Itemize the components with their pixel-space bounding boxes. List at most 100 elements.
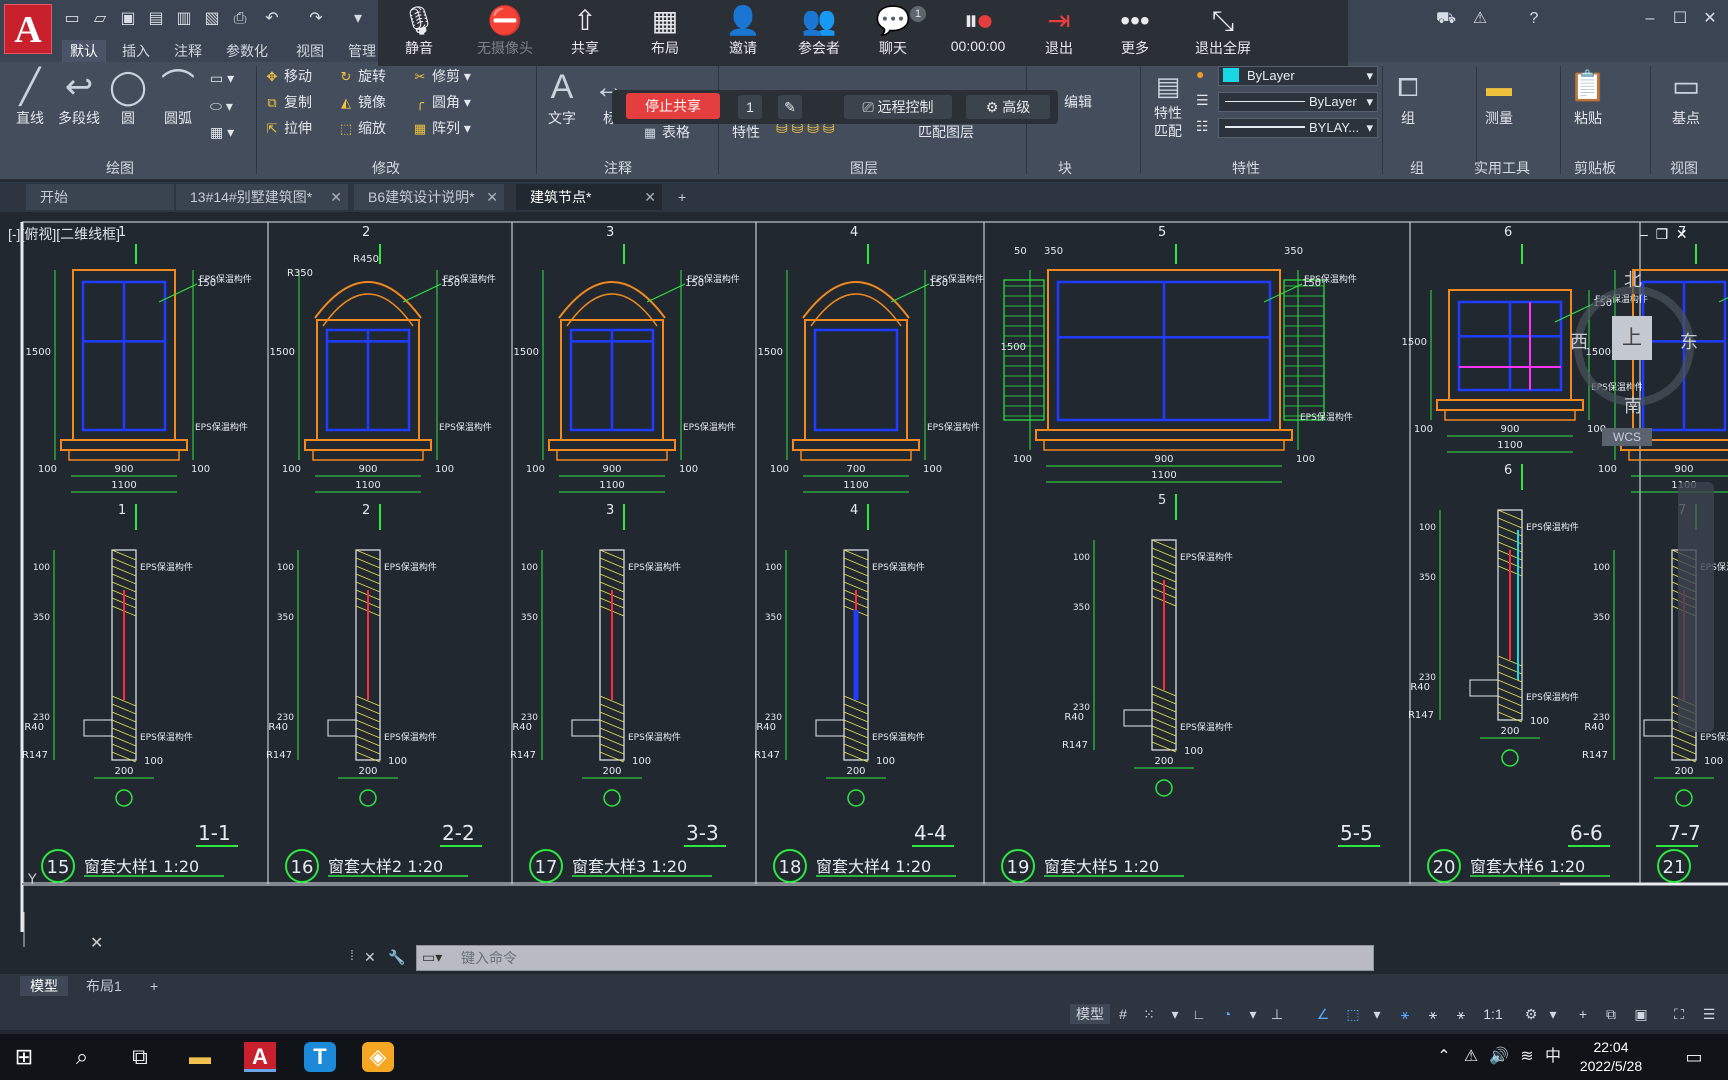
ellipse-icon[interactable]: ⬭ ▾ bbox=[210, 98, 233, 115]
tab-annotate[interactable]: 注释 bbox=[166, 40, 210, 62]
open-icon[interactable]: ▱ bbox=[90, 9, 110, 29]
trim-button[interactable]: ✂ 修剪 ▾ bbox=[412, 66, 471, 86]
tab-villa-drawing[interactable]: 13#14#别墅建筑图* ✕ bbox=[176, 184, 348, 210]
match-properties-tool[interactable]: ▤ 特性匹配 bbox=[1146, 68, 1190, 140]
scale-button[interactable]: 1:1 bbox=[1478, 1004, 1508, 1024]
clipboard-panel-title[interactable]: 剪贴板 bbox=[1574, 158, 1616, 178]
close-icon[interactable]: ✕ bbox=[364, 949, 376, 966]
volume-icon[interactable]: 🔊 bbox=[1488, 1042, 1510, 1072]
file-explorer-icon[interactable]: ▬ bbox=[184, 1042, 216, 1072]
tab-insert[interactable]: 插入 bbox=[114, 40, 158, 62]
annotation-panel-title[interactable]: 注释 bbox=[604, 158, 632, 178]
redo-icon[interactable]: ↷ bbox=[306, 9, 326, 29]
publish-icon[interactable]: ▧ bbox=[202, 9, 222, 29]
app-logo[interactable]: A bbox=[4, 4, 52, 54]
model-space-button[interactable]: 模型 bbox=[1070, 1004, 1110, 1024]
drawing-canvas[interactable]: [-][俯视][二维线框] – ❐ ✕ 1 900 1100 100 100 1500 15… bbox=[0, 212, 1728, 947]
wrench-icon[interactable]: 🔧 bbox=[388, 949, 405, 966]
hatch-icon[interactable]: ▦ ▾ bbox=[210, 124, 234, 141]
rectangle-icon[interactable]: ▭ ▾ bbox=[210, 70, 234, 87]
close-icon[interactable]: ✕ bbox=[1700, 9, 1720, 29]
utilities-panel-title[interactable]: 实用工具 bbox=[1474, 158, 1530, 178]
autocad-taskbar-icon[interactable]: A bbox=[244, 1042, 276, 1072]
clock[interactable]: 22:04 2022/5/28 bbox=[1572, 1038, 1650, 1076]
circle-tool[interactable]: ◯ 圆 bbox=[108, 66, 148, 128]
west-label[interactable]: 西 bbox=[1570, 328, 1588, 354]
grip-icon[interactable]: ⁞ bbox=[350, 947, 354, 963]
app-cube-icon[interactable]: ◈ bbox=[362, 1042, 394, 1072]
polyline-tool[interactable]: ↩ 多段线 bbox=[54, 66, 104, 128]
object-snap-tracking-icon[interactable]: ∠ bbox=[1312, 1004, 1334, 1024]
task-view-icon[interactable]: ⧉ bbox=[124, 1042, 156, 1072]
maximize-icon[interactable]: ☐ bbox=[1670, 9, 1690, 29]
tray-expand-icon[interactable]: ⌃ bbox=[1434, 1042, 1454, 1072]
table-button[interactable]: ▦ 表格 bbox=[642, 122, 690, 142]
top-face[interactable]: 上 bbox=[1612, 316, 1652, 360]
view-panel-title[interactable]: 视图 bbox=[1670, 158, 1698, 178]
polar-icon[interactable]: ◔ bbox=[1216, 1004, 1238, 1024]
leave-button[interactable]: ⇥ 退出 bbox=[1024, 4, 1094, 58]
ortho-icon[interactable]: ∟ bbox=[1188, 1004, 1210, 1024]
tray-app-icon[interactable]: ⚠ bbox=[1460, 1042, 1482, 1072]
help-icon[interactable]: ? bbox=[1524, 9, 1544, 29]
draw-panel-title[interactable]: 绘图 bbox=[106, 158, 134, 178]
hardware-accel-icon[interactable]: ▣ bbox=[1630, 1004, 1652, 1024]
ime-indicator[interactable]: 中 bbox=[1542, 1042, 1564, 1072]
remote-control-button[interactable]: ⎚ 远程控制 bbox=[844, 95, 952, 119]
screen-number-button[interactable]: 1 bbox=[738, 95, 762, 119]
group-tool[interactable]: ⧠ 组 bbox=[1388, 66, 1428, 128]
recording-timer[interactable]: ⏸⏺ 00:00:00 bbox=[938, 4, 1018, 54]
color-wheel-icon[interactable]: ● bbox=[1196, 66, 1204, 82]
tab-parametric[interactable]: 参数化 bbox=[218, 40, 276, 62]
lineweight-dropdown[interactable]: BYLAY... ▾ bbox=[1218, 118, 1378, 138]
settings-icon[interactable]: ⚙ bbox=[1520, 1004, 1542, 1024]
layer-properties-button[interactable]: 特性 bbox=[732, 122, 760, 142]
viewcube[interactable]: 北 南 东 西 上 WCS bbox=[1568, 256, 1698, 446]
tab-layout1[interactable]: 布局1 bbox=[76, 976, 132, 996]
search-icon[interactable]: ⌕ bbox=[66, 1042, 98, 1072]
print-icon[interactable]: ⎙ bbox=[230, 9, 250, 29]
polar-dropdown-icon[interactable]: ▾ bbox=[1246, 1004, 1260, 1024]
copy-button[interactable]: ⧉ 复制 bbox=[264, 92, 312, 112]
windows-start-icon[interactable]: ⊞ bbox=[8, 1042, 40, 1072]
south-label[interactable]: 南 bbox=[1624, 392, 1642, 418]
groups-panel-title[interactable]: 组 bbox=[1410, 158, 1424, 178]
tab-model[interactable]: 模型 bbox=[20, 976, 68, 996]
tab-building-details[interactable]: 建筑节点* ✕ bbox=[516, 184, 662, 210]
clean-screen-icon[interactable]: ⛶ bbox=[1668, 1004, 1690, 1024]
linetype-icon[interactable]: ☰ bbox=[1196, 92, 1209, 109]
object-snap-icon[interactable]: ⬚ bbox=[1342, 1004, 1364, 1024]
close-tab-icon[interactable]: ✕ bbox=[486, 184, 498, 210]
osnap-dropdown-icon[interactable]: ▾ bbox=[1370, 1004, 1384, 1024]
linetype-dropdown[interactable]: ByLayer ▾ bbox=[1218, 92, 1378, 112]
tab-start[interactable]: 开始 bbox=[26, 184, 174, 210]
tab-default[interactable]: 默认 bbox=[62, 40, 106, 62]
layers-panel-title[interactable]: 图层 bbox=[850, 158, 878, 178]
command-history-icon[interactable]: ▭▾ bbox=[422, 949, 442, 966]
add-layout-button[interactable]: + bbox=[140, 976, 168, 996]
text-tool[interactable]: A 文字 bbox=[540, 66, 584, 128]
user-icon[interactable]: ⚠ bbox=[1470, 9, 1490, 29]
camera-button[interactable]: ⛔ 无摄像头 bbox=[470, 4, 540, 58]
east-label[interactable]: 东 bbox=[1680, 328, 1698, 354]
participants-button[interactable]: 👥 参会者 bbox=[784, 4, 854, 58]
auto-scale-icon[interactable]: ⚹ bbox=[1422, 1004, 1444, 1024]
array-button[interactable]: ▦ 阵列 ▾ bbox=[412, 118, 471, 138]
close-tab-icon[interactable]: ✕ bbox=[330, 184, 342, 210]
arc-tool[interactable]: ⌒ 圆弧 bbox=[156, 66, 200, 128]
block-panel-title[interactable]: 块 bbox=[1058, 158, 1072, 178]
snap-icon[interactable]: ⁙ bbox=[1138, 1004, 1160, 1024]
match-layer-button[interactable]: 匹配图层 bbox=[918, 122, 974, 142]
north-label[interactable]: 北 bbox=[1624, 266, 1642, 292]
tab-view[interactable]: 视图 bbox=[288, 40, 332, 62]
undo-icon[interactable]: ↶ bbox=[262, 9, 282, 29]
customize-icon[interactable]: ▾ bbox=[348, 9, 368, 29]
grid-icon[interactable]: # bbox=[1112, 1004, 1134, 1024]
modify-panel-title[interactable]: 修改 bbox=[372, 158, 400, 178]
isodraft-icon[interactable]: ⊥ bbox=[1266, 1004, 1288, 1024]
exit-fullscreen-button[interactable]: ⤡ 退出全屏 bbox=[1178, 4, 1268, 58]
tencent-meeting-icon[interactable]: T bbox=[304, 1042, 336, 1072]
fillet-button[interactable]: ╭ 圆角 ▾ bbox=[412, 92, 471, 112]
annotate-icon[interactable]: ✎ bbox=[778, 95, 802, 119]
line-tool[interactable]: ╱ 直线 bbox=[10, 66, 50, 128]
